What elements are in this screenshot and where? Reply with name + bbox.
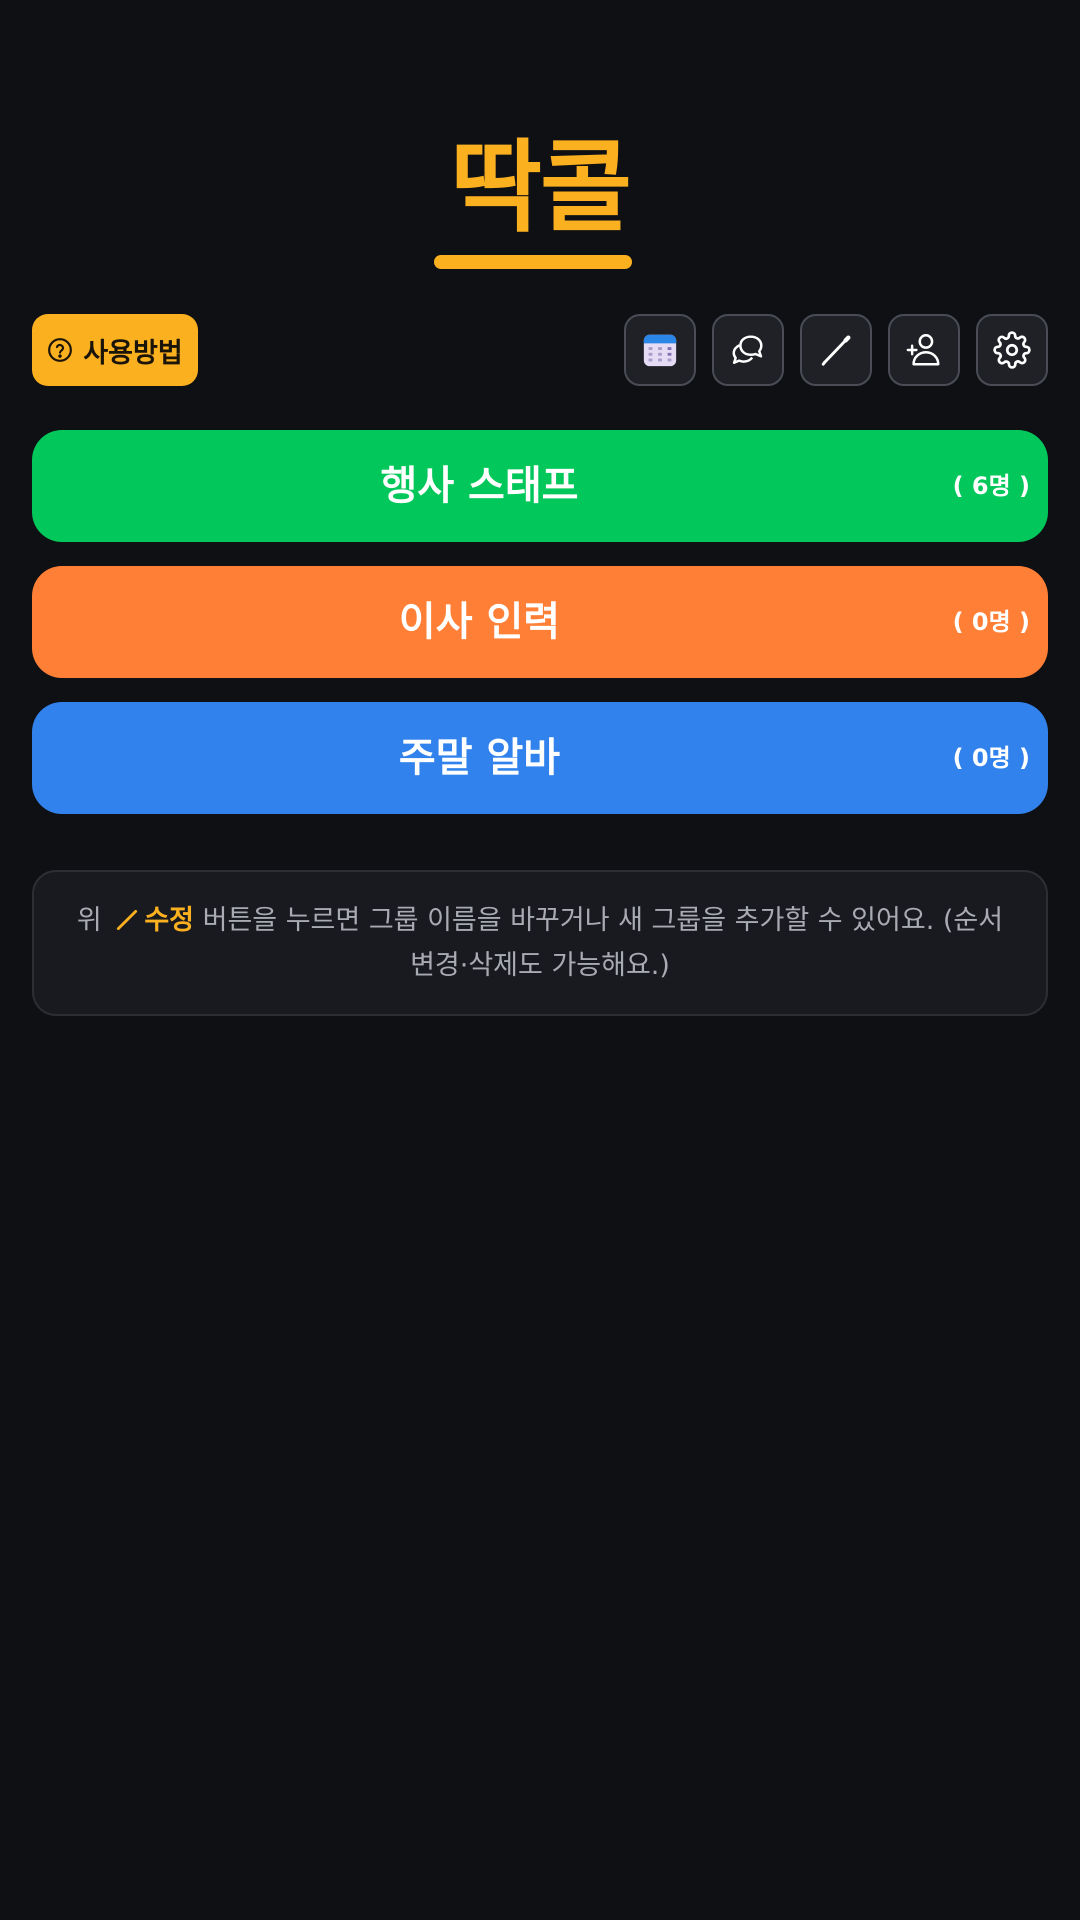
group-member-count: ( 0명 ) (952, 608, 1030, 636)
notice-edit-highlight: 수정 (144, 905, 195, 936)
help-button[interactable]: 사용방법 (32, 314, 198, 386)
pencil-icon (117, 909, 138, 931)
info-notice: 위 수정 버튼을 누르면 그룹 이름을 바꾸거나 새 그룹을 추가할 수 있어요… (32, 870, 1048, 1016)
add-member-button[interactable] (888, 314, 960, 386)
group-item-weekend-parttime[interactable]: 주말 알바 ( 0명 ) (32, 702, 1048, 814)
notice-text-line1: 버튼을 누르면 그룹 이름을 바꾸거나 새 그룹을 추가할 수 있어요. (순서 (194, 905, 1004, 936)
group-member-count: ( 6명 ) (952, 472, 1030, 500)
group-name: 주말 알바 (398, 735, 561, 781)
group-item-event-staff[interactable]: 행사 스태프 ( 6명 ) (32, 430, 1048, 542)
notice-prefix: 위 (76, 905, 102, 936)
calendar-button[interactable] (624, 314, 696, 386)
group-member-count: ( 0명 ) (952, 744, 1030, 772)
notice-text-line2: 변경·삭제도 가능해요.) (410, 950, 670, 981)
title-underline (434, 255, 632, 269)
add-person-icon (906, 334, 940, 366)
question-circle-icon (48, 338, 73, 362)
calendar-icon (643, 334, 677, 367)
app-screen: 딱콜 사용방법 행사 스태프 (6명) 이사 인력 (0명) 주말 알바… (0, 0, 1080, 1920)
pencil-icon (821, 335, 851, 366)
app-title: 딱콜 (450, 129, 632, 246)
gear-icon (993, 331, 1031, 369)
group-item-moving-crew[interactable]: 이사 인력 ( 0명 ) (32, 566, 1048, 678)
chat-button[interactable] (712, 314, 784, 386)
chat-bubble-icon (732, 335, 763, 364)
group-name: 이사 인력 (398, 599, 561, 645)
settings-button[interactable] (976, 314, 1048, 386)
edit-button[interactable] (800, 314, 872, 386)
group-name: 행사 스태프 (380, 463, 579, 509)
help-button-label: 사용방법 (83, 337, 183, 368)
